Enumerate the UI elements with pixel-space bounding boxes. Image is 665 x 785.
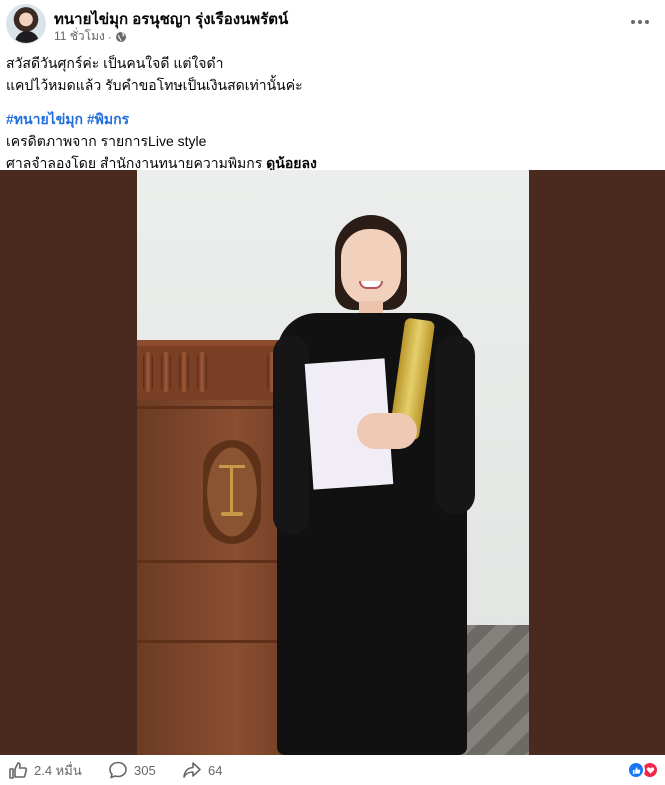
- like-count: 2.4 หมื่น: [34, 762, 82, 778]
- share-icon: [183, 762, 201, 778]
- hashtags-line: #ทนายไข่มุก #พิมกร: [6, 108, 656, 130]
- avatar[interactable]: [6, 4, 46, 44]
- more-options-icon[interactable]: [629, 12, 651, 32]
- share-button[interactable]: 64: [182, 755, 222, 785]
- post-meta: 11 ชั่วโมง ·: [54, 27, 127, 46]
- see-less-link[interactable]: ดูน้อยลง: [266, 155, 317, 171]
- globe-icon[interactable]: [115, 31, 127, 43]
- post-time[interactable]: 11 ชั่วโมง: [54, 27, 105, 46]
- hashtag-link[interactable]: #ทนายไข่มุก: [6, 111, 83, 127]
- reenactment-text: ศาลจำลองโดย สำนักงานทนายความพิมกร: [6, 155, 267, 171]
- meta-separator: ·: [107, 29, 112, 44]
- like-reaction-icon: [627, 761, 645, 779]
- post-header: ทนายไข่มุก อรนุชญา รุ่งเรืองนพรัตน์ 11 ช…: [0, 0, 665, 48]
- hashtag-link[interactable]: #พิมกร: [87, 111, 129, 127]
- post-line-1: สวัสดีวันศุกร์ค่ะ เป็นคนใจดี แต่ใจดำ: [6, 55, 224, 71]
- thumbs-up-icon: [9, 762, 28, 779]
- post-photo[interactable]: [0, 170, 665, 755]
- post-line-2: แคปไว้หมดแล้ว รับคำขอโทษเป็นเงินสดเท่านั…: [6, 77, 303, 93]
- photo-credit: เครดิตภาพจาก รายการLive style: [6, 133, 207, 149]
- like-button[interactable]: 2.4 หมื่น: [8, 755, 82, 785]
- facebook-post: ทนายไข่มุก อรนุชญา รุ่งเรืองนพรัตน์ 11 ช…: [0, 0, 665, 785]
- post-actions: 2.4 หมื่น 305 64: [0, 755, 665, 785]
- comment-icon: [109, 761, 127, 779]
- photo-image[interactable]: [137, 170, 529, 755]
- reaction-summary[interactable]: [627, 761, 659, 779]
- share-count: 64: [208, 762, 223, 778]
- post-text: สวัสดีวันศุกร์ค่ะ เป็นคนใจดี แต่ใจดำ แคป…: [6, 52, 656, 174]
- comment-button[interactable]: 305: [108, 755, 156, 785]
- comment-count: 305: [134, 762, 156, 778]
